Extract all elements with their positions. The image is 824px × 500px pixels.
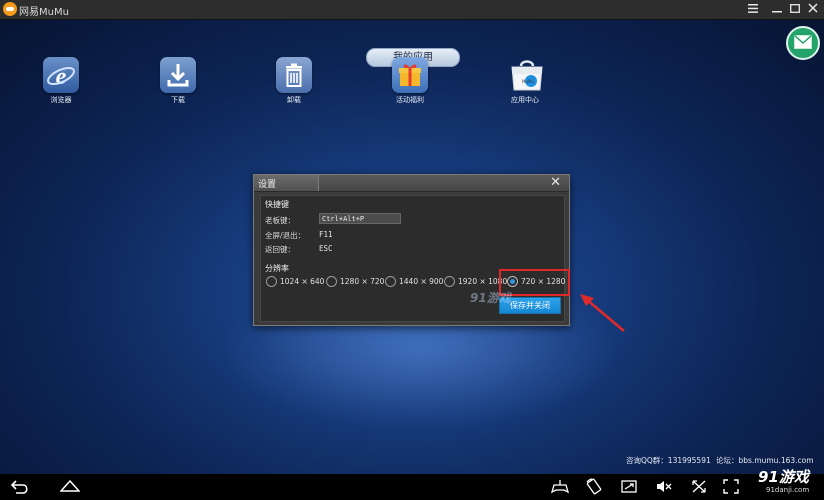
annotation-arrow-icon bbox=[580, 294, 625, 332]
emulator-window: 网易MuMu 我的应用 e 浏览器 下载 bbox=[0, 0, 824, 500]
fullscreen-icon[interactable] bbox=[722, 478, 740, 495]
app-uninstall[interactable]: 卸载 bbox=[264, 57, 324, 105]
app-label: 下载 bbox=[171, 96, 185, 104]
trash-icon bbox=[276, 57, 312, 93]
gift-icon bbox=[392, 57, 428, 93]
back-arrow-icon[interactable] bbox=[10, 478, 30, 495]
rotate-icon[interactable] bbox=[585, 478, 603, 495]
shake-icon[interactable] bbox=[690, 478, 708, 495]
shortcut-section-title: 快捷键 bbox=[265, 200, 289, 209]
fullscreen-value: F11 bbox=[319, 230, 333, 239]
app-download[interactable]: 下载 bbox=[148, 57, 208, 105]
screenshot-icon[interactable] bbox=[620, 478, 638, 495]
menu-icon[interactable] bbox=[742, 0, 764, 19]
app-label: 卸载 bbox=[287, 96, 301, 104]
message-button[interactable] bbox=[786, 26, 820, 60]
back-key-value: ESC bbox=[319, 244, 333, 253]
android-nav-bar bbox=[0, 474, 824, 500]
radio-button[interactable] bbox=[444, 276, 455, 287]
fullscreen-label: 全屏/退出： bbox=[265, 231, 306, 240]
resolution-section-title: 分辨率 bbox=[265, 264, 289, 273]
brand-logo-text: 91游戏 bbox=[758, 468, 809, 486]
boss-key-label: 老板键： bbox=[265, 216, 295, 225]
app-label: 浏览器 bbox=[50, 96, 72, 104]
gamepad-icon[interactable] bbox=[551, 478, 569, 495]
close-icon[interactable] bbox=[802, 0, 824, 19]
app-activity-benefits[interactable]: 活动福利 bbox=[380, 57, 440, 105]
radio-label: 1280 × 720 bbox=[340, 277, 385, 286]
svg-text:MuMu: MuMu bbox=[522, 79, 534, 84]
brand-url: 91danji.com bbox=[766, 486, 810, 494]
app-center[interactable]: MuMu 应用中心 bbox=[495, 57, 555, 105]
91-brand-logo: 91游戏 91danji.com bbox=[756, 466, 822, 498]
app-store-bag-icon: MuMu bbox=[507, 57, 543, 93]
back-key-label: 返回键： bbox=[265, 245, 295, 254]
dialog-title-bar: 设置 ✕ bbox=[254, 175, 569, 192]
browser-icon: e bbox=[43, 57, 79, 93]
radio-label: 1440 × 900 bbox=[399, 277, 444, 286]
radio-label: 1024 × 640 bbox=[280, 277, 325, 286]
qq-group-text: 咨询QQ群：131995591 bbox=[626, 456, 711, 465]
forum-text: 论坛：bbs.mumu.163.com bbox=[716, 456, 814, 465]
dialog-title: 设置 bbox=[258, 180, 277, 190]
title-bar: 网易MuMu bbox=[0, 0, 824, 20]
app-label: 活动福利 bbox=[396, 96, 424, 104]
volume-icon[interactable] bbox=[655, 478, 673, 495]
app-browser[interactable]: e 浏览器 bbox=[31, 57, 91, 105]
boss-key-input[interactable]: Ctrl+Alt+P bbox=[319, 213, 401, 224]
mumu-logo-icon bbox=[3, 2, 17, 16]
window-title: 网易MuMu bbox=[19, 7, 69, 18]
home-icon[interactable] bbox=[60, 478, 80, 495]
radio-button[interactable] bbox=[326, 276, 337, 287]
watermark-logo: 91游戏 bbox=[470, 291, 511, 305]
radio-button[interactable] bbox=[266, 276, 277, 287]
envelope-icon bbox=[794, 35, 812, 49]
radio-button[interactable] bbox=[385, 276, 396, 287]
app-label: 应用中心 bbox=[511, 96, 539, 104]
dialog-close-icon[interactable]: ✕ bbox=[550, 175, 561, 191]
download-icon bbox=[160, 57, 196, 93]
